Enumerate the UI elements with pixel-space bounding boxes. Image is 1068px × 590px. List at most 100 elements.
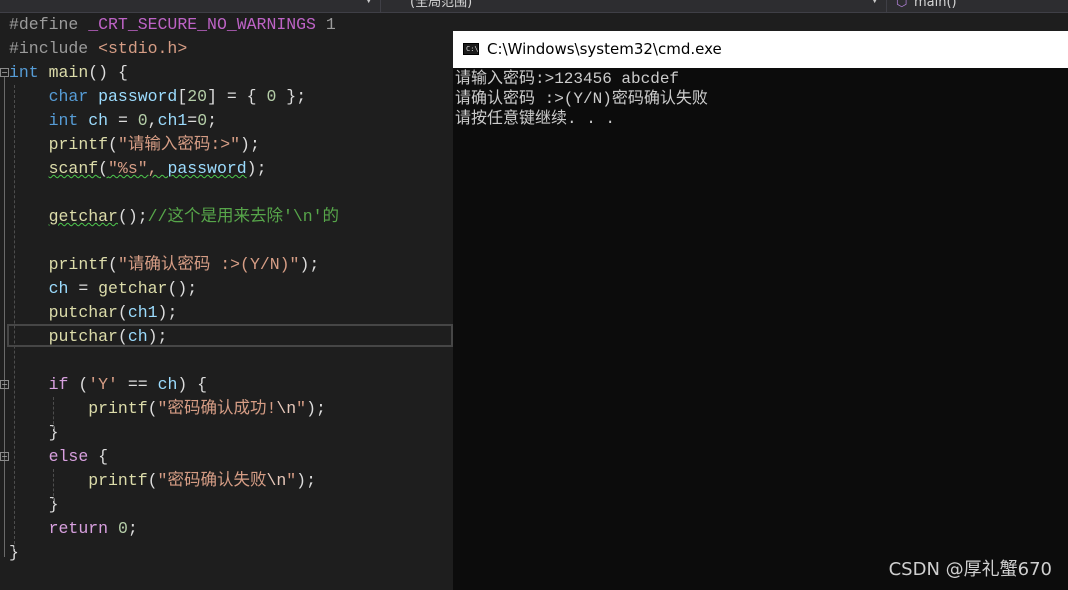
code-line: putchar(ch1);: [9, 301, 178, 325]
code-token: }: [9, 495, 59, 514]
console-title: C:\Windows\system32\cmd.exe: [487, 40, 722, 58]
code-token: else: [48, 447, 89, 466]
code-line: printf("请确认密码 :>(Y/N)");: [9, 253, 320, 277]
code-token: if: [48, 375, 69, 394]
code-token: ;: [127, 519, 138, 538]
code-token: (: [108, 255, 118, 274]
code-line: printf("密码确认失败\n");: [9, 469, 316, 493]
code-token: 'Y': [88, 375, 118, 394]
console-output-line: 请按任意键继续. . .: [455, 110, 616, 128]
code-token: ch: [48, 279, 69, 298]
code-token: ,: [147, 111, 158, 130]
code-token: ();: [167, 279, 198, 298]
code-token: "请确认密码 :>(Y/N)": [117, 255, 300, 274]
code-token: ();: [117, 207, 148, 226]
scope-dropdown-arrow-icon[interactable]: ▼: [872, 0, 877, 6]
code-token: 0: [137, 111, 148, 130]
code-token: };: [276, 87, 307, 106]
code-token: );: [299, 255, 320, 274]
code-token: "请输入密码:>": [117, 135, 241, 154]
code-token: #define: [9, 15, 89, 34]
code-token: (: [108, 135, 118, 154]
code-token: ch: [157, 375, 178, 394]
code-token: =: [68, 279, 99, 298]
code-token: );: [246, 159, 267, 178]
code-line: int ch = 0,ch1=0;: [9, 109, 217, 133]
console-output-line: 请输入密码:>123456 abcdef: [455, 70, 680, 88]
code-token: printf: [48, 255, 109, 274]
project-dropdown-arrow-icon[interactable]: ▼: [366, 0, 371, 6]
code-token: "%s",: [108, 159, 168, 178]
code-line: scanf("%s", password);: [9, 157, 267, 181]
nav-divider: [886, 0, 887, 12]
code-token: #include: [9, 39, 99, 58]
indent-guide: [53, 397, 54, 429]
code-token: \n: [276, 399, 297, 418]
code-token: char: [48, 87, 89, 106]
cube-icon: ⬡: [896, 0, 908, 10]
code-token: (: [147, 471, 158, 490]
fold-guide: [4, 77, 5, 557]
code-token: getchar: [98, 279, 168, 298]
code-token: 0: [117, 519, 128, 538]
code-token: password: [167, 159, 247, 178]
code-token: ch1: [157, 111, 188, 130]
code-token: [: [177, 87, 188, 106]
editor-navigation-bar: ▼ (全局范围) ▼ ⬡ main(): [0, 0, 1068, 13]
code-token: );: [240, 135, 260, 154]
code-line: }: [9, 493, 59, 517]
nav-divider: [380, 0, 381, 12]
code-token: ==: [117, 375, 158, 394]
code-line: return 0;: [9, 517, 138, 541]
code-token: "密码确认成功!: [157, 399, 277, 418]
code-token: 0: [197, 111, 208, 130]
code-token: 1: [315, 15, 336, 34]
code-token: printf: [88, 399, 148, 418]
watermark: CSDN @厚礼蟹670: [888, 559, 1052, 580]
code-token: _CRT_SECURE_NO_WARNINGS: [88, 15, 316, 34]
code-token: );: [306, 399, 326, 418]
code-line: if ('Y' == ch) {: [9, 373, 207, 397]
code-token: ch1: [127, 303, 158, 322]
member-dropdown[interactable]: main(): [914, 0, 957, 12]
code-token: );: [296, 471, 316, 490]
code-token: ) {: [177, 375, 208, 394]
code-line: printf("请输入密码:>");: [9, 133, 260, 157]
code-token: int: [9, 63, 39, 82]
code-line: char password[20] = { 0 };: [9, 85, 307, 109]
code-line: }: [9, 421, 59, 445]
scope-dropdown[interactable]: (全局范围): [410, 0, 472, 12]
code-line: else {: [9, 445, 108, 469]
code-token: int: [48, 111, 79, 130]
console-window[interactable]: C:\ C:\Windows\system32\cmd.exe 请输入密码:>1…: [453, 31, 1068, 590]
fold-collapse-icon[interactable]: −: [0, 68, 9, 77]
code-token: getchar: [48, 207, 118, 226]
code-token: 0: [266, 87, 277, 106]
fold-collapse-icon[interactable]: −: [0, 452, 9, 461]
code-token: =: [187, 111, 198, 130]
console-title-bar[interactable]: C:\ C:\Windows\system32\cmd.exe: [453, 31, 1068, 68]
code-token: return: [48, 519, 109, 538]
code-token: }: [9, 423, 59, 442]
code-token: printf: [48, 135, 109, 154]
code-line: ch = getchar();: [9, 277, 198, 301]
code-token: \n: [266, 471, 287, 490]
code-line: printf("密码确认成功!\n");: [9, 397, 326, 421]
code-token: "密码确认失败: [157, 471, 267, 490]
code-editor[interactable]: #define _CRT_SECURE_NO_WARNINGS 1 #includ…: [0, 13, 453, 590]
fold-collapse-icon[interactable]: −: [0, 380, 9, 389]
code-token: //这个是用来去除'\n'的: [147, 207, 340, 226]
code-token: (: [98, 159, 109, 178]
indent-guide: [14, 85, 15, 549]
code-token: {: [88, 447, 109, 466]
code-token: ": [286, 471, 297, 490]
code-line: getchar();//这个是用来去除'\n'的: [9, 205, 339, 229]
code-token: );: [157, 303, 178, 322]
code-token: putchar: [48, 303, 118, 322]
code-token: ] = {: [207, 87, 267, 106]
code-token: (: [68, 375, 89, 394]
cmd-icon: C:\: [463, 43, 479, 55]
code-token: ;: [207, 111, 218, 130]
code-line: int main() {: [9, 61, 128, 85]
